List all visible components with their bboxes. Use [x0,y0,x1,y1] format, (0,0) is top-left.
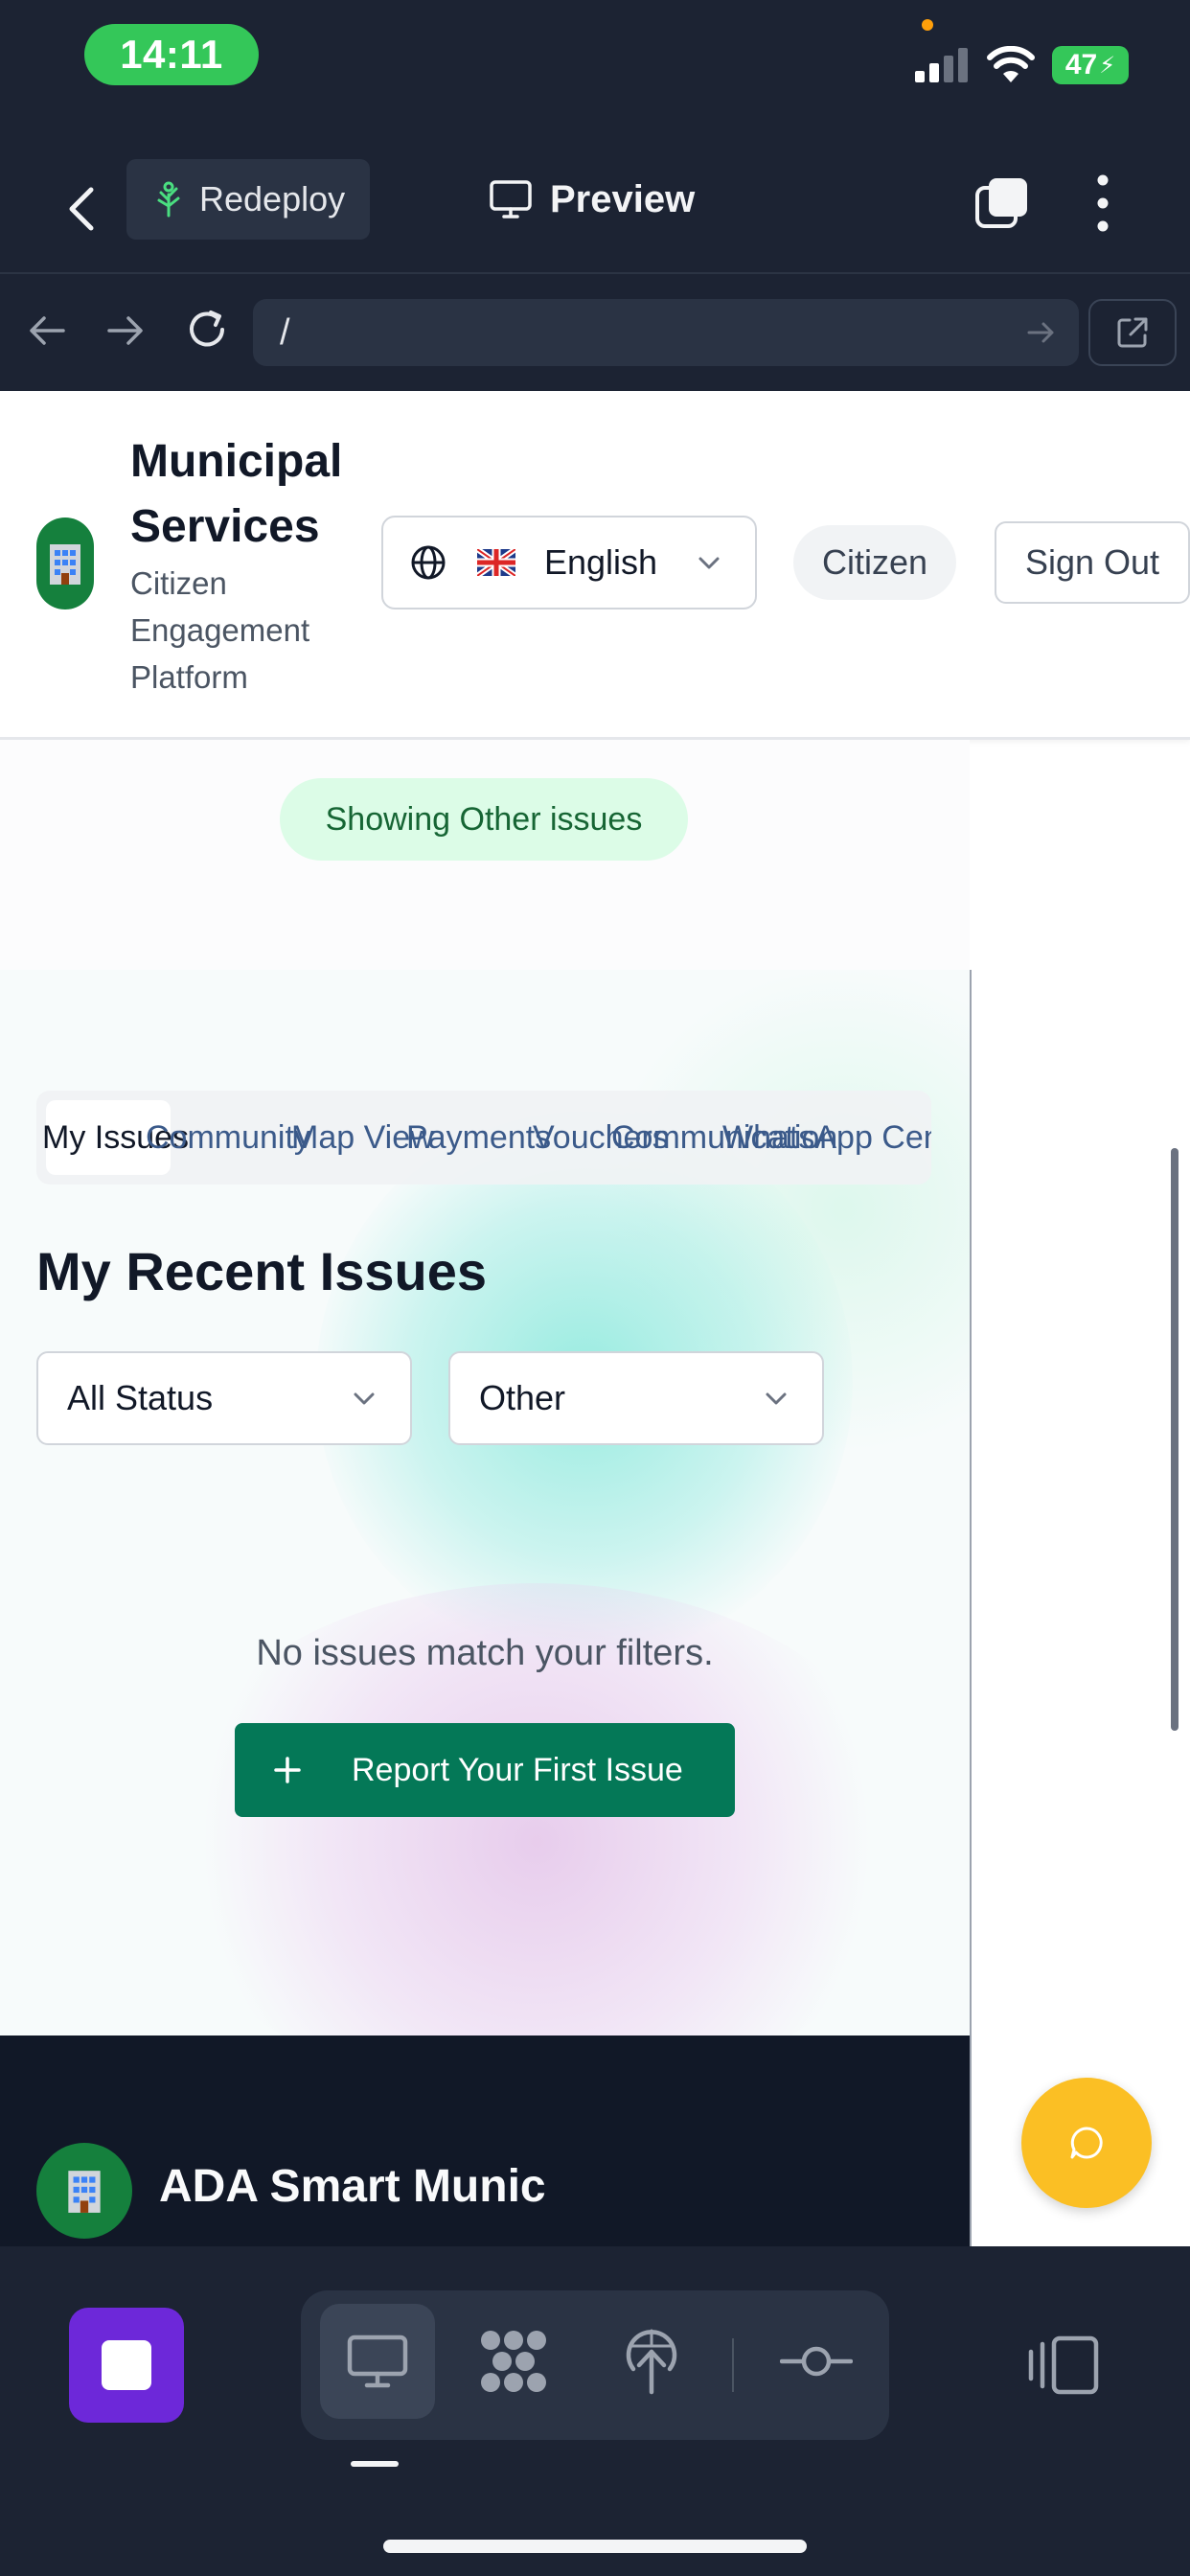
arrow-right-icon[interactable] [103,309,148,353]
filter-pill: Showing Other issues [280,778,688,861]
go-arrow-icon[interactable] [1025,316,1058,349]
globe-icon [411,545,446,580]
category-filter-value: Other [479,1378,566,1417]
tab-label: Community [146,1118,310,1156]
commit-view-button[interactable] [759,2304,874,2419]
battery-icon: 47 ⚡ [1052,46,1129,84]
segment-separator [732,2338,734,2392]
url-input[interactable]: / [253,299,1079,366]
active-view-indicator [351,2461,399,2467]
tab-payments[interactable]: Payments [406,1100,551,1175]
sign-out-button[interactable]: Sign Out [995,521,1190,604]
home-indicator [383,2540,807,2553]
language-label: English [544,542,658,582]
tab-community[interactable]: Community [146,1100,310,1175]
signal-icon [915,48,968,82]
preview-view-button[interactable] [320,2304,435,2419]
view-switcher [301,2290,889,2440]
chevron-down-icon [698,557,720,569]
tab-bar: My Issues Community Map View Payments Vo… [36,1091,931,1184]
tab-label: Payments [406,1118,552,1156]
empty-state-message: No issues match your filters. [256,1633,714,1673]
building-icon [36,518,94,610]
app-toolbar: Redeploy Preview [0,153,1190,272]
preview-title: Preview [489,159,695,240]
status-filter-select[interactable]: All Status [36,1351,412,1445]
deploy-icon [626,2329,677,2395]
tab-whatsapp-center[interactable]: WhatsApp Center [722,1100,931,1175]
workflow-view-button[interactable] [456,2304,571,2419]
language-select[interactable]: English [381,516,757,610]
browser-bar: / [0,288,1190,374]
chat-bubble-icon [1070,2127,1103,2159]
report-issue-button[interactable]: Report Your First Issue [235,1723,735,1817]
web-viewport: Municipal Services Citizen Engagement Pl… [0,391,1190,2246]
uk-flag-icon [477,549,515,576]
scrollbar[interactable] [1171,1148,1179,1731]
viewport-edge-divider [970,970,972,2246]
status-time: 14:11 [84,24,259,85]
stop-button[interactable] [69,2308,184,2423]
redeploy-label: Redeploy [199,179,346,218]
role-badge: Citizen [793,525,956,600]
url-text: / [280,311,290,353]
deploy-view-button[interactable] [594,2304,709,2419]
status-bar: 14:11 47 ⚡ [0,0,1190,115]
report-button-label: Report Your First Issue [352,1751,683,1788]
chevron-down-icon [766,1392,787,1405]
more-vertical-icon[interactable] [1088,171,1117,236]
git-commit-icon [780,2346,853,2377]
nodes-icon [481,2331,546,2392]
panel-toggle-icon[interactable] [1027,2334,1100,2396]
main-content: My Issues Community Map View Payments Vo… [0,970,970,2036]
redeploy-button[interactable]: Redeploy [126,159,370,240]
monitor-icon [490,180,532,218]
arrow-left-icon[interactable] [25,309,69,353]
stop-icon [102,2340,151,2390]
preview-label: Preview [550,177,696,220]
privacy-indicator-icon [922,19,933,31]
category-filter-select[interactable]: Other [448,1351,824,1445]
battery-level: 47 [1064,49,1098,80]
brand-subtitle: Citizen Engagement Platform [130,565,310,695]
brand-title: Municipal Services [130,436,343,552]
site-footer: ADA Smart Munic [0,2036,970,2246]
section-title: My Recent Issues [36,1241,487,1301]
tab-label: WhatsApp Center [722,1118,931,1156]
monitor-icon [347,2334,408,2388]
deploy-tree-icon [157,181,180,218]
wifi-icon [987,46,1035,82]
plus-icon [273,1756,302,1784]
chevron-left-icon [69,187,94,231]
site-header: Municipal Services Citizen Engagement Pl… [0,391,1190,740]
toolbar-divider [0,272,1190,274]
building-icon [36,2143,132,2239]
status-filter-value: All Status [67,1378,214,1417]
open-external-button[interactable] [1088,299,1177,366]
back-button[interactable] [56,174,105,243]
chevron-down-icon [354,1392,375,1405]
tabs-icon[interactable] [973,174,1031,232]
filter-indicator-strip: Showing Other issues [0,740,970,970]
footer-title: ADA Smart Munic [159,2161,546,2212]
external-link-icon [1117,317,1148,348]
bottom-app-bar [0,2246,1190,2576]
chat-button[interactable] [1021,2078,1152,2208]
reload-icon[interactable] [182,305,232,355]
